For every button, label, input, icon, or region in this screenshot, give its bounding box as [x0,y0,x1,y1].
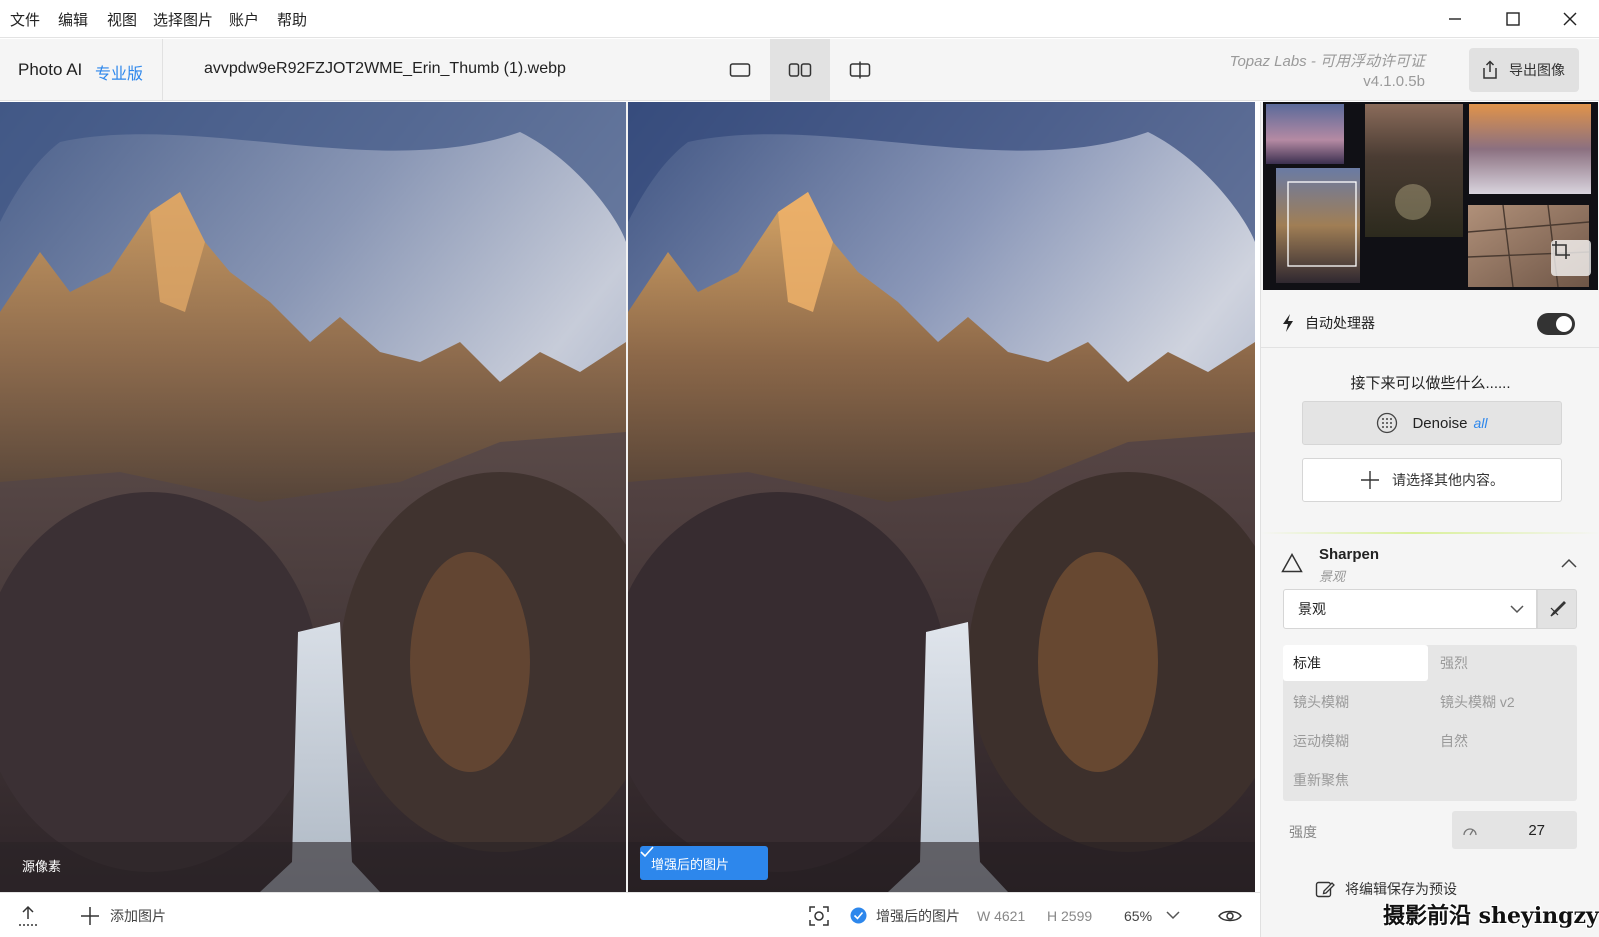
section-divider [1261,532,1599,534]
single-view-button[interactable] [710,39,770,100]
choose-other-label: 请选择其他内容。 [1392,472,1504,488]
toolbar: Photo AI 专业版 avvpdw9eR92FZJOT2WME_Erin_T… [0,39,1599,101]
bottom-bar: 添加图片 增强后的图片 W 4621 H 2599 65% [0,892,1260,937]
export-button[interactable]: 导出图像 [1469,48,1579,92]
plus-icon [1361,471,1379,489]
split-view-icon [849,61,871,78]
landscape-image [0,102,626,892]
original-preview[interactable]: 源像素 [0,102,626,892]
sharpen-header[interactable]: Sharpen 景观 [1261,542,1599,592]
enhanced-image-badge[interactable]: 增强后的图片 [640,846,768,880]
chevron-down-icon [1166,911,1180,920]
image-thumbnails[interactable] [1263,102,1598,290]
add-image-button[interactable]: 添加图片 [80,893,166,937]
maximize-button[interactable] [1484,0,1542,38]
check-circle-icon [850,907,867,924]
edit-preset-icon [1315,881,1335,898]
mode-lens-blur-v2[interactable]: 镜头模糊 v2 [1430,684,1575,720]
menu-account[interactable]: 账户 [229,9,259,30]
save-preset-label: 将编辑保存为预设 [1345,881,1457,897]
chevron-up-icon[interactable] [1561,558,1577,568]
autopilot-toggle[interactable] [1537,313,1575,335]
version-label: v4.1.0.5b [1363,73,1425,90]
denoise-tag: all [1473,415,1488,431]
close-button[interactable] [1541,0,1599,38]
snapshot-button[interactable] [808,893,830,937]
strength-input[interactable]: 27 [1452,811,1577,849]
enhanced-toggle-label: 增强后的图片 [876,907,960,924]
menu-edit[interactable]: 编辑 [58,9,88,30]
mode-natural[interactable]: 自然 [1430,723,1575,759]
watermark-text: 摄影前沿 sheyingzyz.com [1383,903,1599,929]
minimize-icon [1449,18,1461,20]
side-panel: 自动处理器 接下来可以做些什么...... Denoise all 请选择其他内… [1260,102,1599,937]
menu-help[interactable]: 帮助 [277,9,307,30]
mode-standard[interactable]: 标准 [1283,645,1428,681]
mode-refocus[interactable]: 重新聚焦 [1283,762,1428,798]
mode-motion-blur[interactable]: 运动模糊 [1283,723,1428,759]
save-preset-button[interactable]: 将编辑保存为预设 [1315,879,1457,899]
lightning-icon [1283,314,1293,332]
choose-other-button[interactable]: 请选择其他内容。 [1302,458,1562,502]
brush-button[interactable] [1537,589,1577,629]
file-name: avvpdw9eR92FZJOT2WME_Erin_Thumb (1).webp [204,60,566,77]
menu-bar: 文件 编辑 视图 选择图片 账户 帮助 [0,0,1599,38]
crop-button[interactable] [1551,240,1591,276]
denoise-button[interactable]: Denoise all [1302,401,1562,445]
brush-icon [1550,601,1566,617]
camera-focus-icon [809,905,829,926]
maximize-icon [1506,12,1520,26]
gauge-icon [1463,828,1477,836]
menu-file[interactable]: 文件 [10,9,40,30]
source-pixels-label: 源像素 [22,859,62,874]
chevron-down-icon [1510,605,1524,614]
brand: Photo AI 专业版 [0,39,163,100]
sharpen-title: Sharpen [1319,546,1380,563]
side-by-side-icon [788,62,812,77]
edition-label: 专业版 [95,66,144,83]
menu-select-image[interactable]: 选择图片 [153,9,213,30]
app-name: Photo AI [18,60,83,79]
sharpen-model-select[interactable]: 景观 [1283,589,1537,629]
image-height: H 2599 [1047,907,1093,924]
sharpen-subtitle: 景观 [1319,569,1346,584]
mode-lens-blur[interactable]: 镜头模糊 [1283,684,1428,720]
enhanced-badge-label: 增强后的图片 [651,856,730,872]
side-by-side-view-button[interactable] [770,39,830,100]
landscape-image-enhanced [628,102,1255,892]
crop-icon [1552,241,1570,259]
upload-button[interactable] [18,893,38,937]
strength-label: 强度 [1289,824,1317,840]
denoise-icon [1377,412,1398,434]
denoise-label: Denoise [1412,414,1468,432]
sharpen-modes: 标准 强烈 镜头模糊 镜头模糊 v2 运动模糊 自然 重新聚焦 [1283,645,1577,801]
mode-strong[interactable]: 强烈 [1430,645,1575,681]
enhanced-toggle[interactable]: 增强后的图片 [850,893,960,937]
check-icon [640,846,654,858]
autopilot-row: 自动处理器 [1261,298,1599,348]
zoom-value: 65% [1124,907,1153,924]
strength-value: 27 [1528,821,1545,839]
enhanced-preview[interactable]: 增强后的图片 [628,102,1255,892]
close-icon [1563,12,1577,26]
minimize-button[interactable] [1426,0,1484,38]
export-label: 导出图像 [1509,62,1565,78]
add-image-label: 添加图片 [110,907,166,924]
thumbnail-grid [1266,104,1591,288]
sharpen-model-value: 景观 [1298,601,1326,617]
eye-icon [1218,910,1242,921]
zoom-select[interactable]: 65% [1124,893,1180,937]
autopilot-label: 自动处理器 [1305,314,1375,331]
split-view-button[interactable] [830,39,890,100]
single-view-icon [729,62,751,77]
upload-icon [19,905,37,926]
image-width: W 4621 [977,907,1026,924]
triangle-icon [1281,553,1303,573]
preview-visibility-button[interactable] [1218,893,1242,937]
next-steps-title: 接下来可以做些什么...... [1350,375,1511,392]
share-icon [1483,60,1497,79]
license-label: Topaz Labs - 可用浮动许可证 [1229,53,1425,70]
menu-view[interactable]: 视图 [107,9,137,30]
plus-icon [81,906,99,925]
